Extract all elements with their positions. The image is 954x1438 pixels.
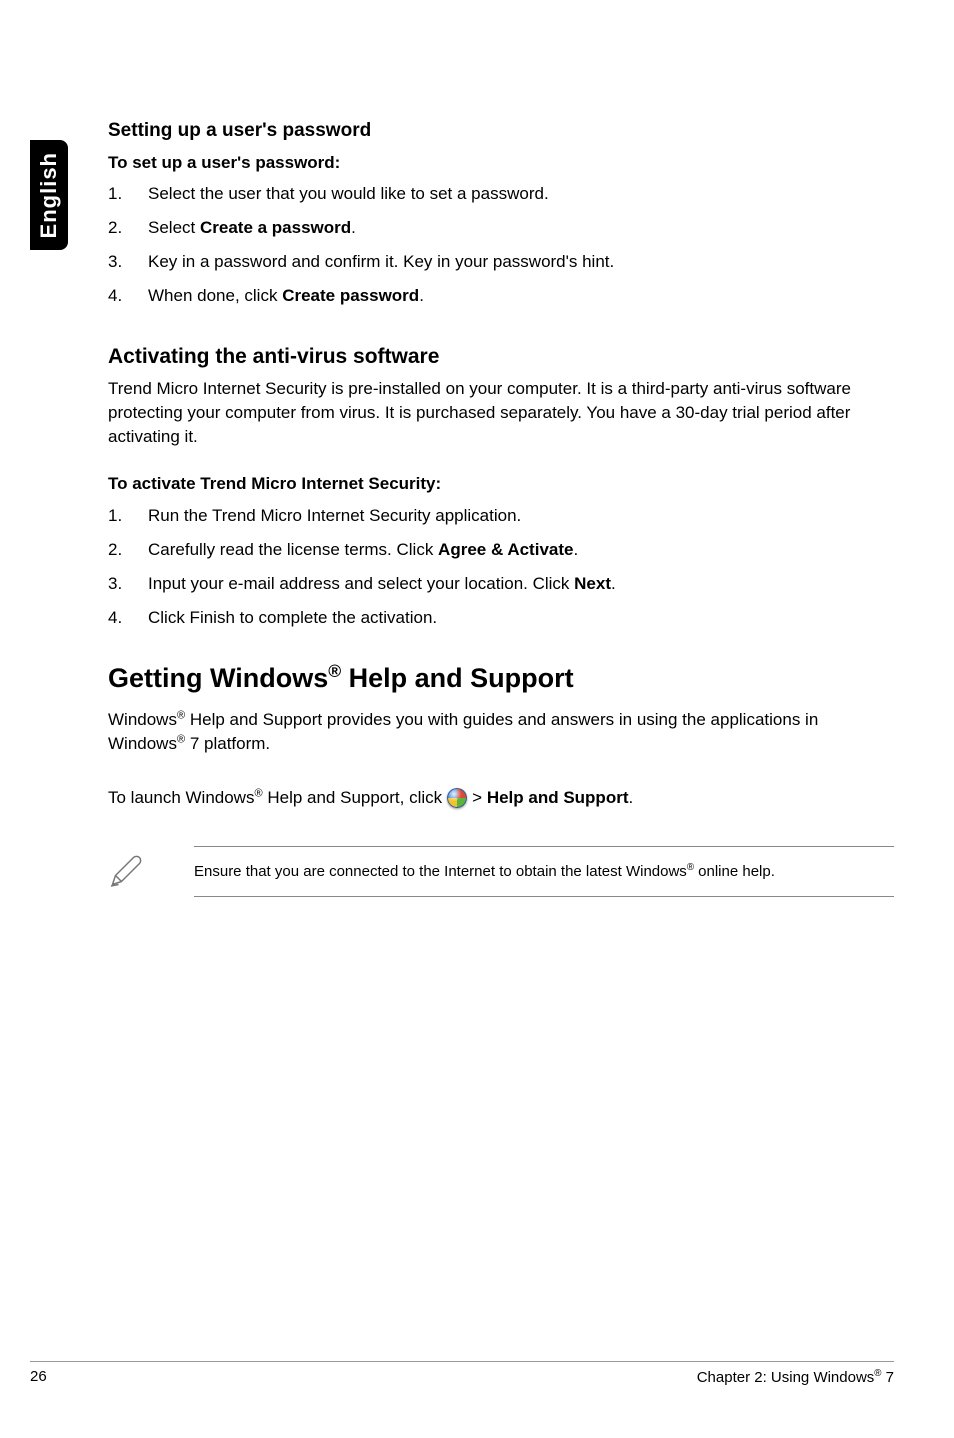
antivirus-steps: 1. Run the Trend Micro Internet Security… xyxy=(108,504,894,629)
list-item: 4. When done, click Create password. xyxy=(108,284,894,308)
step-number: 2. xyxy=(108,538,124,562)
list-item: 2. Carefully read the license terms. Cli… xyxy=(108,538,894,562)
step-text: Select the user that you would like to s… xyxy=(148,182,549,206)
step-number: 2. xyxy=(108,216,124,240)
note-text: Ensure that you are connected to the Int… xyxy=(194,846,894,897)
setting-password-sub: To set up a user's password: xyxy=(108,151,894,175)
list-item: 3. Input your e-mail address and select … xyxy=(108,572,894,596)
step-number: 3. xyxy=(108,250,124,274)
list-item: 3. Key in a password and confirm it. Key… xyxy=(108,250,894,274)
launch-instruction: To launch Windows® Help and Support, cli… xyxy=(108,786,894,810)
page-content: Setting up a user's password To set up a… xyxy=(108,118,894,897)
antivirus-heading: Activating the anti-virus software xyxy=(108,342,894,371)
step-number: 1. xyxy=(108,504,124,528)
page-number: 26 xyxy=(30,1368,47,1386)
step-number: 3. xyxy=(108,572,124,596)
setting-password-heading: Setting up a user's password xyxy=(108,118,894,145)
step-text: Carefully read the license terms. Click … xyxy=(148,538,578,562)
chapter-label: Chapter 2: Using Windows® 7 xyxy=(697,1368,894,1386)
setting-password-steps: 1. Select the user that you would like t… xyxy=(108,182,894,307)
language-tab: English xyxy=(30,140,68,250)
pen-icon xyxy=(108,853,144,889)
antivirus-sub: To activate Trend Micro Internet Securit… xyxy=(108,472,894,496)
note-block: Ensure that you are connected to the Int… xyxy=(108,846,894,897)
list-item: 2. Select Create a password. xyxy=(108,216,894,240)
step-number: 1. xyxy=(108,182,124,206)
language-tab-label: English xyxy=(36,152,62,238)
help-support-para: Windows® Help and Support provides you w… xyxy=(108,708,894,756)
list-item: 1. Run the Trend Micro Internet Security… xyxy=(108,504,894,528)
step-number: 4. xyxy=(108,284,124,308)
list-item: 4. Click Finish to complete the activati… xyxy=(108,606,894,630)
list-item: 1. Select the user that you would like t… xyxy=(108,182,894,206)
step-text: Key in a password and confirm it. Key in… xyxy=(148,250,614,274)
step-text: Input your e-mail address and select you… xyxy=(148,572,616,596)
help-support-heading: Getting Windows® Help and Support xyxy=(108,659,894,698)
step-number: 4. xyxy=(108,606,124,630)
step-text: When done, click Create password. xyxy=(148,284,424,308)
step-text: Click Finish to complete the activation. xyxy=(148,606,437,630)
windows-start-icon xyxy=(447,788,467,808)
step-text: Run the Trend Micro Internet Security ap… xyxy=(148,504,521,528)
antivirus-para: Trend Micro Internet Security is pre-ins… xyxy=(108,377,894,448)
step-text: Select Create a password. xyxy=(148,216,356,240)
page-footer: 26 Chapter 2: Using Windows® 7 xyxy=(30,1361,894,1386)
